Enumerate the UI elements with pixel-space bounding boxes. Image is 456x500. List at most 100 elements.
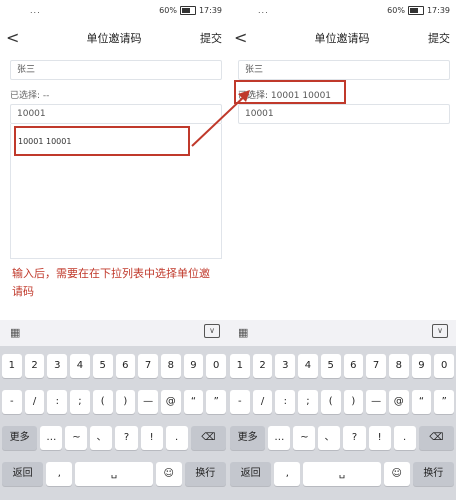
key[interactable]: “ [411,390,432,414]
key[interactable]: 2 [24,354,45,378]
emoji-key[interactable]: ☺ [155,462,182,486]
key-row-third: 更多 … ~ 、 ? ! . ⌫ [2,426,226,450]
key-row-numbers: 1 2 3 4 5 6 7 8 9 0 [2,354,227,378]
backspace-key[interactable]: ⌫ [418,426,454,450]
space-key[interactable]: ␣ [303,462,381,486]
more-key[interactable]: 更多 [2,426,38,450]
key[interactable]: … [40,426,63,450]
key[interactable]: ; [298,390,318,414]
key[interactable]: … [268,426,291,450]
key[interactable]: - [2,390,22,414]
screenshot-root: ... 60% 17:39 < 单位邀请码 提交 张三 已选择: -- 1000… [0,0,456,500]
key[interactable]: - [230,390,250,414]
submit-button[interactable]: 提交 [200,30,222,46]
newline-key[interactable]: 换行 [412,462,454,486]
battery-percent: 60% [159,6,177,15]
grid-icon[interactable]: ▦ [10,326,20,339]
battery-icon [179,6,196,15]
key[interactable]: 7 [366,354,386,378]
status-right: 60% 17:39 [387,6,450,15]
key[interactable]: ; [70,390,90,414]
key[interactable]: / [252,390,273,414]
key-row-symbols: - / : ; ( ) — @ “ ” [230,390,455,414]
key[interactable]: @ [388,390,409,414]
invite-code-input[interactable]: 10001 [238,104,450,124]
key-row-bottom: 返回 , ␣ ☺ 换行 [230,462,454,486]
newline-key[interactable]: 换行 [184,462,226,486]
key[interactable]: ! [140,426,163,450]
key[interactable]: 8 [388,354,409,378]
clock: 17:39 [426,6,450,15]
right-screen: ... 60% 17:39 < 单位邀请码 提交 张三 已选择: 10001 1… [228,0,456,500]
selected-label: 已选择: -- [10,91,50,101]
key[interactable]: ) [115,390,136,414]
clock: 17:39 [198,6,222,15]
backspace-key[interactable]: ⌫ [190,426,226,450]
key[interactable]: — [366,390,386,414]
key[interactable]: 7 [138,354,158,378]
emoji-key[interactable]: ☺ [383,462,410,486]
key[interactable]: : [275,390,296,414]
comma-key[interactable]: , [46,462,73,486]
key[interactable]: 3 [275,354,296,378]
name-field[interactable]: 张三 [10,60,222,80]
status-right: 60% 17:39 [159,6,222,15]
space-key[interactable]: ␣ [75,462,153,486]
key[interactable]: — [138,390,158,414]
key[interactable]: 6 [115,354,136,378]
key[interactable]: 1 [230,354,250,378]
key[interactable]: “ [183,390,204,414]
key[interactable]: ” [434,390,455,414]
page-title: 单位邀请码 [86,32,142,45]
collapse-keyboard-icon[interactable]: ∨ [432,324,448,338]
comma-key[interactable]: , [274,462,301,486]
key[interactable]: ( [92,390,113,414]
highlight-box [14,126,190,156]
key[interactable]: : [47,390,68,414]
return-key[interactable]: 返回 [230,462,272,486]
key[interactable]: ” [206,390,227,414]
key[interactable]: 4 [298,354,318,378]
key[interactable]: ~ [293,426,316,450]
submit-button[interactable]: 提交 [428,30,450,46]
more-key[interactable]: 更多 [230,426,266,450]
key-row-third: 更多 … ~ 、 ? ! . ⌫ [230,426,454,450]
status-bar: ... 60% 17:39 [228,0,456,22]
key[interactable]: 0 [434,354,455,378]
key[interactable]: 9 [183,354,204,378]
nav-bar: < 单位邀请码 提交 [0,24,228,52]
invite-code-input[interactable]: 10001 [10,104,222,124]
key[interactable]: 8 [160,354,181,378]
key[interactable]: ? [343,426,366,450]
collapse-keyboard-icon[interactable]: ∨ [204,324,220,338]
return-key[interactable]: 返回 [2,462,44,486]
key[interactable]: 6 [343,354,364,378]
key[interactable]: 5 [320,354,341,378]
name-field[interactable]: 张三 [238,60,450,80]
key[interactable]: 4 [70,354,90,378]
key[interactable]: @ [160,390,181,414]
key[interactable]: ? [115,426,138,450]
grid-icon[interactable]: ▦ [238,326,248,339]
key[interactable]: ~ [65,426,88,450]
key[interactable]: . [165,426,188,450]
key-row-bottom: 返回 , ␣ ☺ 换行 [2,462,226,486]
key[interactable]: 0 [206,354,227,378]
key[interactable]: 3 [47,354,68,378]
key[interactable]: 5 [92,354,113,378]
key[interactable]: 、 [90,426,113,450]
key[interactable]: 、 [318,426,341,450]
keyboard-toolbar: ▦ ∨ [0,320,228,346]
keyboard: 1 2 3 4 5 6 7 8 9 0 - / : ; ( ) — @ “ ” … [228,346,456,500]
key[interactable]: 9 [411,354,432,378]
key[interactable]: . [393,426,416,450]
keyboard: 1 2 3 4 5 6 7 8 9 0 - / : ; ( ) — @ “ ” … [0,346,228,500]
battery-icon [407,6,424,15]
key[interactable]: / [24,390,45,414]
status-bar: ... 60% 17:39 [0,0,228,22]
key[interactable]: 2 [252,354,273,378]
key[interactable]: ! [368,426,391,450]
key[interactable]: 1 [2,354,22,378]
key[interactable]: ( [320,390,341,414]
key[interactable]: ) [343,390,364,414]
